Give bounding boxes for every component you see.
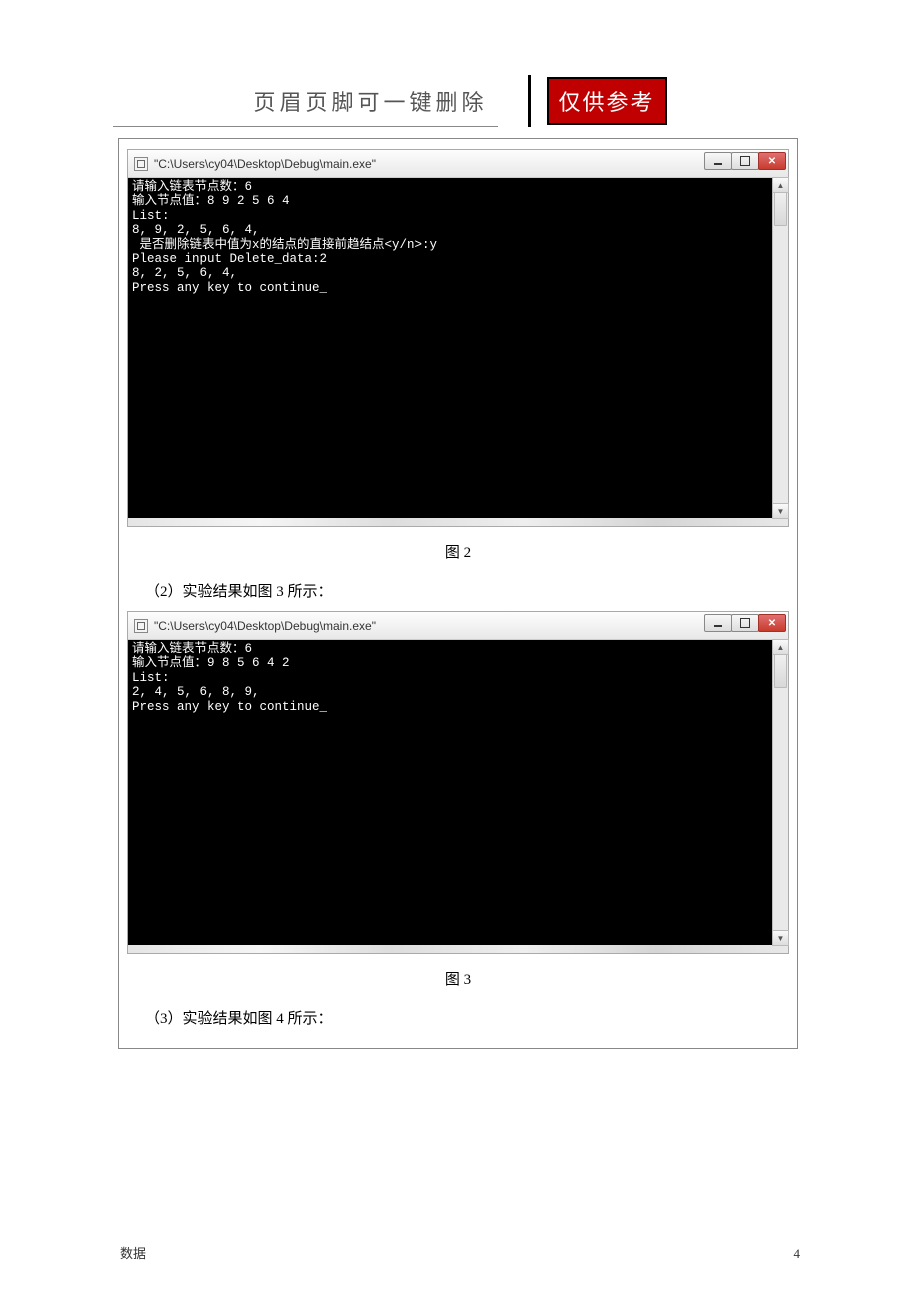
scroll-track[interactable] [773, 654, 788, 931]
scroll-up-icon[interactable]: ▲ [772, 639, 789, 655]
console-window-2: "C:\Users\cy04\Desktop\Debug\main.exe" 请… [127, 611, 789, 954]
console-window-1: "C:\Users\cy04\Desktop\Debug\main.exe" 请… [127, 149, 789, 527]
page-content-frame: "C:\Users\cy04\Desktop\Debug\main.exe" 请… [118, 138, 798, 1049]
paragraph-3: （3）实验结果如图 4 所示： [145, 1007, 789, 1028]
figure-caption-2: 图 2 [127, 541, 789, 562]
titlebar: "C:\Users\cy04\Desktop\Debug\main.exe" [128, 150, 788, 178]
scroll-down-icon[interactable]: ▼ [772, 503, 789, 519]
console-body-wrap: 请输入链表节点数：6 输入节点值：8 9 2 5 6 4 List: 8, 9,… [128, 178, 788, 518]
resize-grip[interactable] [128, 518, 788, 526]
footer-left: 数据 [120, 1243, 146, 1262]
minimize-button[interactable] [704, 152, 732, 170]
console-body-wrap: 请输入链表节点数：6 输入节点值：9 8 5 6 4 2 List: 2, 4,… [128, 640, 788, 945]
window-title: "C:\Users\cy04\Desktop\Debug\main.exe" [154, 157, 376, 171]
scroll-up-icon[interactable]: ▲ [772, 177, 789, 193]
console-output: 请输入链表节点数：6 输入节点值：9 8 5 6 4 2 List: 2, 4,… [128, 640, 788, 945]
header-text: 页眉页脚可一键删除 [253, 85, 487, 117]
scroll-thumb[interactable] [774, 192, 787, 226]
page-header: 页眉页脚可一键删除 仅供参考 [0, 75, 920, 127]
vertical-scrollbar[interactable]: ▲ ▼ [772, 178, 788, 518]
window-title: "C:\Users\cy04\Desktop\Debug\main.exe" [154, 619, 376, 633]
figure-caption-3: 图 3 [127, 968, 789, 989]
resize-grip[interactable] [128, 945, 788, 953]
paragraph-2: （2）实验结果如图 3 所示： [145, 580, 789, 601]
titlebar: "C:\Users\cy04\Desktop\Debug\main.exe" [128, 612, 788, 640]
scroll-down-icon[interactable]: ▼ [772, 930, 789, 946]
vertical-scrollbar[interactable]: ▲ ▼ [772, 640, 788, 945]
stamp-divider: 仅供参考 [528, 75, 667, 127]
close-button[interactable] [758, 152, 786, 170]
maximize-button[interactable] [731, 152, 759, 170]
window-buttons [705, 152, 786, 170]
maximize-button[interactable] [731, 614, 759, 632]
app-icon [134, 157, 148, 171]
minimize-button[interactable] [704, 614, 732, 632]
app-icon [134, 619, 148, 633]
page-number: 4 [794, 1246, 801, 1262]
close-button[interactable] [758, 614, 786, 632]
scroll-thumb[interactable] [774, 654, 787, 688]
reference-stamp: 仅供参考 [547, 77, 667, 125]
console-output: 请输入链表节点数：6 输入节点值：8 9 2 5 6 4 List: 8, 9,… [128, 178, 788, 518]
scroll-track[interactable] [773, 192, 788, 504]
window-buttons [705, 614, 786, 632]
